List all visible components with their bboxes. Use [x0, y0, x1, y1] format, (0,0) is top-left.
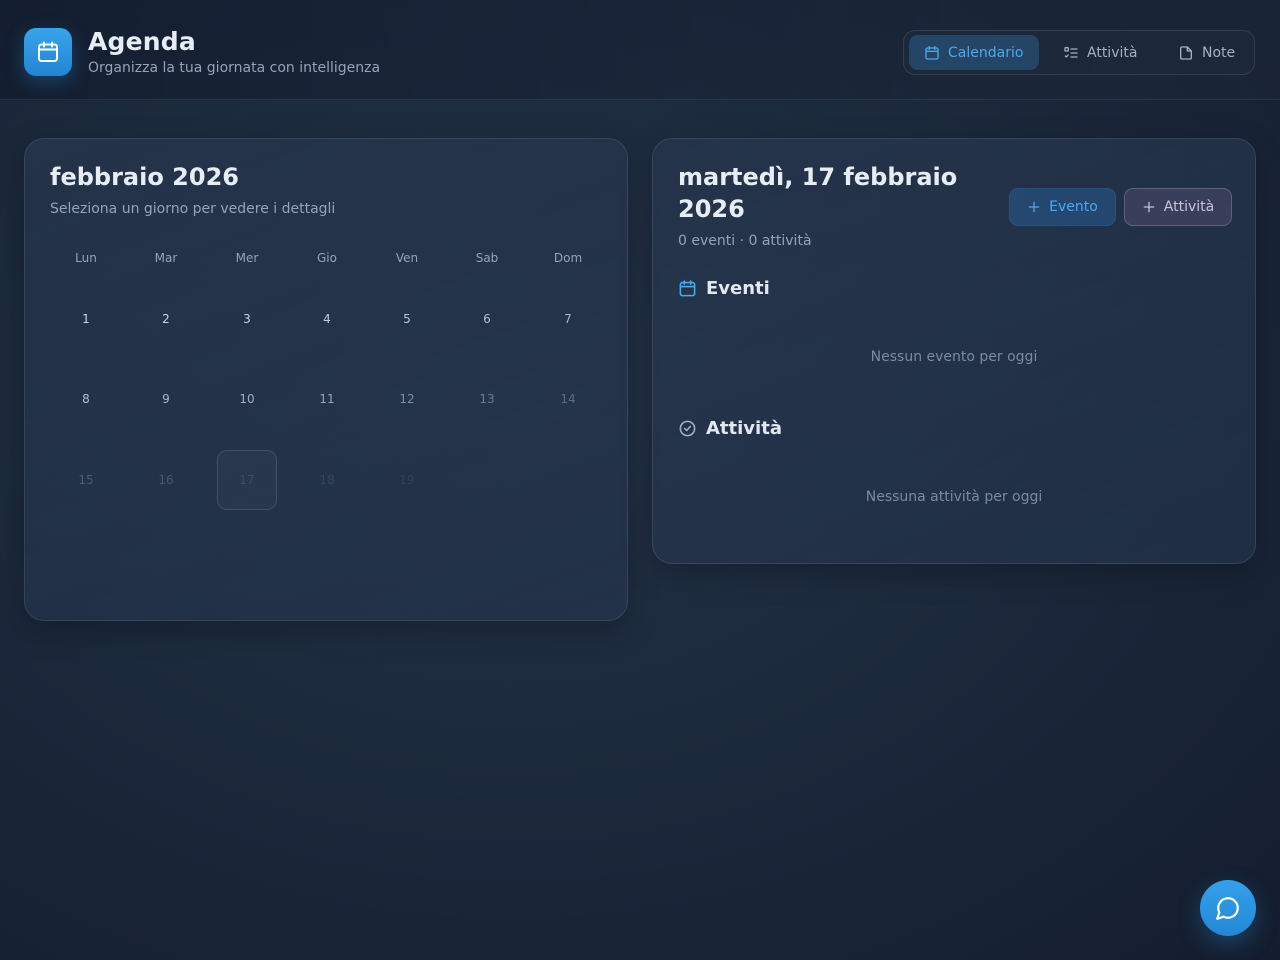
tasks-empty-state: Nessuna attività per oggi	[865, 489, 1043, 505]
calendar-day[interactable]: 5	[377, 289, 437, 349]
chat-bubble-icon	[1216, 897, 1239, 920]
tab-label: Note	[1202, 44, 1236, 61]
selected-date-title: martedì, 17 febbraio 2026	[678, 163, 958, 223]
add-task-button[interactable]: Attività	[1124, 188, 1232, 226]
calendar-day[interactable]: 1	[56, 289, 116, 349]
calendar-day[interactable]: 2	[136, 289, 196, 349]
tab-label: Calendario	[948, 44, 1024, 61]
weekday-label: Mer	[235, 251, 259, 265]
calendar-day[interactable]: 9	[136, 369, 196, 429]
calendar-day[interactable]: 11	[297, 369, 357, 429]
note-icon	[1180, 45, 1192, 60]
calendar-day-selected[interactable]: 17	[217, 450, 277, 510]
weekday-label: Dom	[553, 251, 583, 265]
month-title: febbraio 2026	[50, 163, 239, 191]
calendar-icon	[38, 41, 58, 62]
calendar-day[interactable]: 7	[538, 289, 598, 349]
button-label: Evento	[1049, 199, 1098, 215]
chat-fab-button[interactable]	[1200, 880, 1256, 936]
events-empty-state: Nessun evento per oggi	[870, 349, 1038, 365]
calendar-day[interactable]: 19	[377, 450, 437, 510]
tab-calendario[interactable]: Calendario	[909, 35, 1039, 70]
calendar-icon	[679, 280, 696, 297]
button-label: Attività	[1163, 199, 1215, 215]
check-circle-icon	[679, 420, 696, 437]
weekday-label: Lun	[75, 251, 97, 265]
calendar-day[interactable]: 6	[457, 289, 517, 349]
plus-icon	[1028, 201, 1040, 213]
tab-attivita[interactable]: Attività	[1049, 35, 1149, 70]
list-check-icon	[1064, 46, 1078, 58]
day-detail-card: martedì, 17 febbraio 2026 0 eventi · 0 a…	[652, 138, 1256, 564]
add-event-button[interactable]: Evento	[1009, 188, 1116, 226]
calendar-day[interactable]: 8	[56, 369, 116, 429]
calendar-day[interactable]: 16	[136, 450, 196, 510]
section-title: Attività	[706, 418, 782, 439]
calendar-day[interactable]: 18	[297, 450, 357, 510]
calendar-card: febbraio 2026 Seleziona un giorno per ve…	[24, 138, 628, 621]
weekday-label: Mar	[154, 251, 178, 265]
tasks-section-heading: Attività	[678, 418, 782, 439]
calendar-day[interactable]: 4	[297, 289, 357, 349]
app-title: Agenda	[88, 27, 196, 56]
weekday-label: Gio	[317, 251, 337, 265]
calendar-day[interactable]: 15	[56, 450, 116, 510]
calendar-day[interactable]: 14	[538, 369, 598, 429]
plus-icon	[1143, 201, 1155, 213]
calendar-day[interactable]: 13	[457, 369, 517, 429]
calendar-day[interactable]: 12	[377, 369, 437, 429]
app-header: Agenda Organizza la tua giornata con int…	[0, 0, 1280, 100]
events-section-heading: Eventi	[678, 278, 770, 299]
calendar-subtitle: Seleziona un giorno per vedere i dettagl…	[50, 201, 336, 217]
calendar-day[interactable]: 3	[217, 289, 277, 349]
calendar-icon	[925, 45, 939, 60]
weekday-label: Sab	[475, 251, 499, 265]
tab-note[interactable]: Note	[1164, 35, 1250, 70]
calendar-day[interactable]: 10	[217, 369, 277, 429]
weekday-label: Ven	[395, 251, 419, 265]
day-counts: 0 eventi · 0 attività	[678, 233, 812, 249]
section-title: Eventi	[706, 278, 770, 299]
app-logo	[24, 28, 72, 76]
tab-label: Attività	[1087, 44, 1138, 61]
app-subtitle: Organizza la tua giornata con intelligen…	[88, 60, 381, 76]
main-nav: Calendario Attività Note	[903, 30, 1255, 75]
